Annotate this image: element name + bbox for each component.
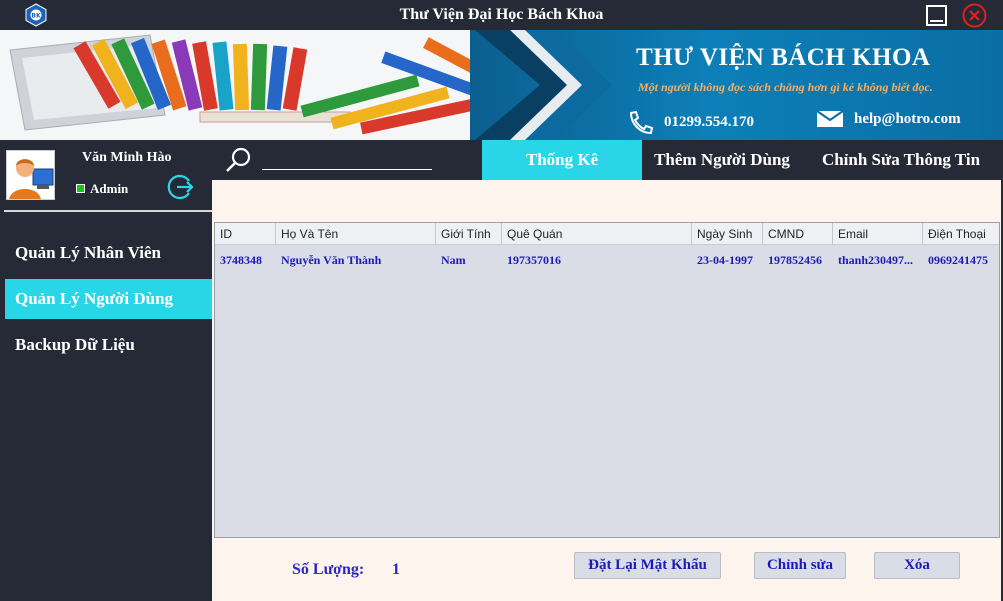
avatar	[6, 150, 55, 200]
logout-icon[interactable]	[167, 173, 195, 201]
search-icon[interactable]	[224, 146, 254, 174]
column-header-id-card[interactable]: CMND	[763, 223, 833, 245]
search-input[interactable]	[262, 144, 432, 170]
banner-chevron	[475, 30, 612, 140]
envelope-icon	[816, 110, 844, 127]
banner-slogan: Một người không đọc sách chẳng hơn gì kẻ…	[638, 80, 933, 94]
title-bar: BK Thư Viện Đại Học Bách Khoa	[0, 0, 1003, 30]
sidebar: Văn Minh Hào Admin Quản Lý Nhân Viên Quả…	[0, 140, 212, 601]
cell-id-card: 197852456	[768, 253, 822, 267]
top-navigation: Thống Kê Thêm Người Dùng Chỉnh Sửa Thông…	[212, 140, 1003, 180]
cell-full-name: Nguyễn Văn Thành	[281, 253, 382, 267]
sidebar-item-backup-data[interactable]: Backup Dữ Liệu	[5, 325, 212, 365]
sidebar-item-employee-management[interactable]: Quản Lý Nhân Viên	[5, 233, 212, 273]
column-header-id[interactable]: ID	[215, 223, 276, 245]
column-header-phone[interactable]: Điện Thoại	[923, 223, 999, 245]
contact-email: help@hotro.com	[816, 110, 961, 128]
tab-add-user[interactable]: Thêm Người Dùng	[642, 140, 802, 180]
count-value: 1	[392, 561, 400, 578]
status-indicator	[76, 184, 85, 193]
contact-phone: 01299.554.170	[626, 110, 754, 134]
cell-hometown: 197357016	[507, 253, 561, 267]
cell-phone: 0969241475	[928, 253, 988, 267]
sidebar-divider	[4, 210, 212, 212]
cell-id: 3748348	[220, 253, 262, 267]
tab-statistics[interactable]: Thống Kê	[482, 140, 642, 180]
contact-phone-text: 01299.554.170	[664, 113, 754, 130]
contact-email-text: help@hotro.com	[854, 110, 961, 127]
column-header-gender[interactable]: Giới Tính	[436, 223, 502, 245]
users-table[interactable]: ID Họ Và Tên Giới Tính Quê Quán Ngày Sin…	[214, 222, 1000, 538]
cell-birthday: 23-04-1997	[697, 253, 753, 267]
column-header-email[interactable]: Email	[833, 223, 923, 245]
close-circle-icon[interactable]	[962, 3, 987, 28]
column-header-hometown[interactable]: Quê Quán	[502, 223, 692, 245]
phone-icon	[629, 110, 654, 134]
edit-button[interactable]: Chỉnh sửa	[754, 552, 846, 579]
cell-email: thanh230497...	[838, 253, 914, 267]
banner-title: THƯ VIỆN BÁCH KHOA	[636, 44, 931, 71]
table-row[interactable]: 3748348 Nguyễn Văn Thành Nam 197357016 2…	[215, 247, 999, 273]
window-title: Thư Viện Đại Học Bách Khoa	[399, 6, 604, 23]
count-label: Số Lượng:	[292, 561, 365, 578]
user-role: Admin	[90, 181, 129, 196]
user-name: Văn Minh Hào	[82, 150, 172, 165]
tab-edit-info[interactable]: Chỉnh Sửa Thông Tin	[810, 140, 992, 180]
main-content: ID Họ Và Tên Giới Tính Quê Quán Ngày Sin…	[212, 180, 1003, 601]
table-header: ID Họ Và Tên Giới Tính Quê Quán Ngày Sin…	[215, 223, 999, 245]
column-header-full-name[interactable]: Họ Và Tên	[276, 223, 436, 245]
cell-gender: Nam	[441, 253, 466, 267]
delete-button[interactable]: Xóa	[874, 552, 960, 579]
header-banner: THƯ VIỆN BÁCH KHOA Một người không đọc s…	[0, 30, 1003, 140]
user-avatar-icon	[7, 151, 54, 199]
minimize-icon[interactable]	[926, 5, 947, 26]
reset-password-button[interactable]: Đặt Lại Mật Khẩu	[574, 552, 721, 579]
column-header-birthday[interactable]: Ngày Sinh	[692, 223, 763, 245]
sidebar-item-user-management[interactable]: Quản Lý Người Dùng	[5, 279, 212, 319]
